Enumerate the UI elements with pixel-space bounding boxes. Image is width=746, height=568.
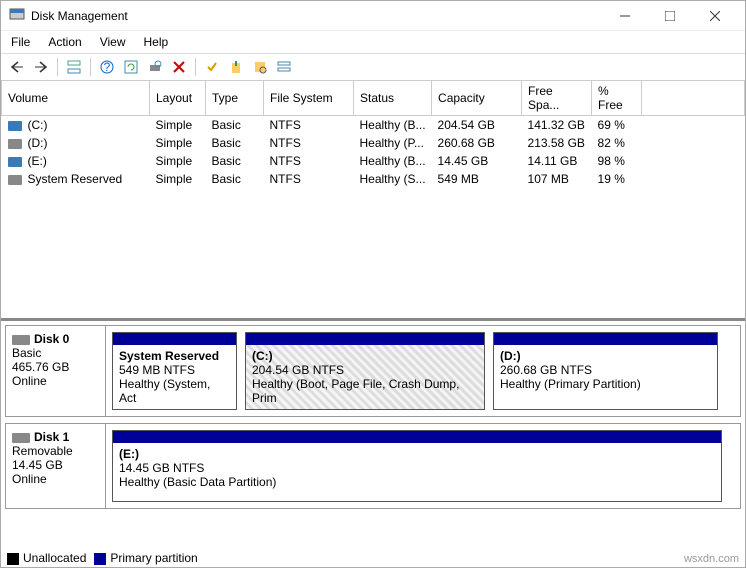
volume-list: Volume Layout Type File System Status Ca…	[1, 81, 745, 319]
wizard-icon[interactable]	[226, 57, 246, 77]
window-title: Disk Management	[31, 9, 128, 23]
forward-button[interactable]	[31, 57, 51, 77]
col-layout: Layout	[150, 81, 206, 116]
col-pct: % Free	[592, 81, 642, 116]
partition[interactable]: System Reserved549 MB NTFSHealthy (Syste…	[112, 332, 237, 410]
volume-icon	[8, 175, 22, 185]
title-bar: Disk Management	[1, 1, 745, 31]
legend-unallocated: Unallocated	[23, 551, 86, 565]
delete-icon[interactable]	[169, 57, 189, 77]
volume-row[interactable]: (E:)SimpleBasicNTFSHealthy (B...14.45 GB…	[2, 152, 745, 170]
back-button[interactable]	[7, 57, 27, 77]
legend: Unallocated Primary partition	[7, 551, 198, 565]
col-type: Type	[206, 81, 264, 116]
col-volume: Volume	[2, 81, 150, 116]
volume-row[interactable]: (C:)SimpleBasicNTFSHealthy (B...204.54 G…	[2, 116, 745, 135]
app-icon	[9, 6, 25, 25]
partition[interactable]: (C:)204.54 GB NTFSHealthy (Boot, Page Fi…	[245, 332, 485, 410]
volume-icon	[8, 157, 22, 167]
disk-icon	[12, 433, 30, 443]
primary-swatch	[94, 553, 106, 565]
disk-map: Disk 0Basic465.76 GBOnlineSystem Reserve…	[1, 319, 745, 514]
list-icon[interactable]	[274, 57, 294, 77]
partition-bar	[246, 333, 484, 345]
partition[interactable]: (E:)14.45 GB NTFSHealthy (Basic Data Par…	[112, 430, 722, 502]
menu-action[interactable]: Action	[48, 35, 81, 49]
properties-icon[interactable]	[250, 57, 270, 77]
unallocated-swatch	[7, 553, 19, 565]
col-status: Status	[354, 81, 432, 116]
minimize-button[interactable]	[602, 2, 647, 30]
volume-row[interactable]: System ReservedSimpleBasicNTFSHealthy (S…	[2, 170, 745, 188]
col-fs: File System	[264, 81, 354, 116]
volume-icon	[8, 121, 22, 131]
disk-icon	[12, 335, 30, 345]
partition-bar	[113, 431, 721, 443]
partition-bar	[113, 333, 236, 345]
disk-row: Disk 0Basic465.76 GBOnlineSystem Reserve…	[5, 325, 741, 417]
toolbar: ?	[1, 54, 745, 81]
disk-row: Disk 1Removable14.45 GBOnline(E:)14.45 G…	[5, 423, 741, 509]
close-button[interactable]	[692, 2, 737, 30]
menu-view[interactable]: View	[100, 35, 126, 49]
disk-info[interactable]: Disk 1Removable14.45 GBOnline	[6, 424, 106, 508]
settings-icon[interactable]	[202, 57, 222, 77]
column-headers[interactable]: Volume Layout Type File System Status Ca…	[2, 81, 745, 116]
partition[interactable]: (D:)260.68 GB NTFSHealthy (Primary Parti…	[493, 332, 718, 410]
help-icon[interactable]: ?	[97, 57, 117, 77]
refresh-icon[interactable]	[121, 57, 141, 77]
col-capacity: Capacity	[432, 81, 522, 116]
legend-primary: Primary partition	[110, 551, 197, 565]
maximize-button[interactable]	[647, 2, 692, 30]
rescan-icon[interactable]	[145, 57, 165, 77]
partition-bar	[494, 333, 717, 345]
console-tree-icon[interactable]	[64, 57, 84, 77]
col-free: Free Spa...	[522, 81, 592, 116]
menu-help[interactable]: Help	[144, 35, 169, 49]
disk-info[interactable]: Disk 0Basic465.76 GBOnline	[6, 326, 106, 416]
volume-row[interactable]: (D:)SimpleBasicNTFSHealthy (P...260.68 G…	[2, 134, 745, 152]
svg-text:?: ?	[104, 60, 111, 74]
volume-icon	[8, 139, 22, 149]
menu-bar: File Action View Help	[1, 31, 745, 54]
menu-file[interactable]: File	[11, 35, 30, 49]
watermark: wsxdn.com	[684, 553, 739, 565]
